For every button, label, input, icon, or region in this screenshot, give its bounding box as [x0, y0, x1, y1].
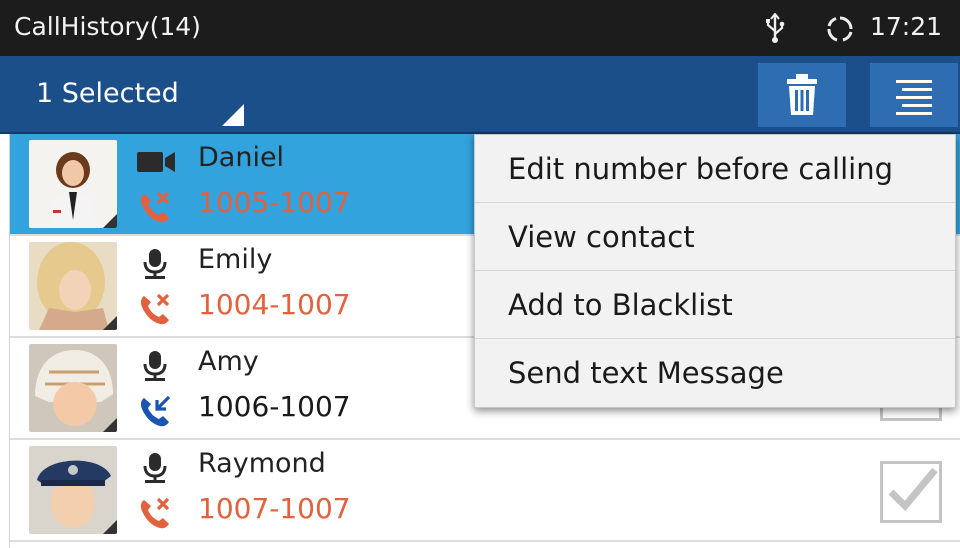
call-number: 1007-1007: [198, 492, 351, 525]
contact-name: Raymond: [198, 448, 326, 479]
menu-item-view-contact[interactable]: View contact: [475, 203, 955, 271]
status-title: CallHistory(14): [14, 12, 201, 41]
menu-item-edit-number[interactable]: Edit number before calling: [475, 135, 955, 203]
call-number: 1004-1007: [198, 288, 351, 321]
audio-call-icon: [143, 453, 167, 483]
trash-icon: [787, 74, 817, 115]
missed-call-icon: [140, 293, 170, 325]
status-time: 17:21: [870, 12, 943, 41]
missed-call-icon: [140, 497, 170, 529]
delete-button[interactable]: [758, 63, 846, 127]
call-number: 1006-1007: [198, 390, 351, 423]
selection-dropdown-indicator[interactable]: [222, 104, 244, 126]
menu-button[interactable]: [870, 63, 958, 127]
menu-item-add-blacklist[interactable]: Add to Blacklist: [475, 271, 955, 339]
call-row-raymond[interactable]: Raymond 1007-1007: [10, 440, 960, 542]
avatar: [29, 140, 117, 228]
row-checkbox[interactable]: [880, 461, 942, 523]
checkmark-icon: [888, 467, 938, 512]
status-bar: CallHistory(14) 17:21: [0, 0, 960, 56]
incoming-call-icon: [140, 395, 171, 427]
menu-icon: [896, 80, 932, 115]
contact-name: Emily: [198, 244, 273, 275]
context-menu: Edit number before calling View contact …: [474, 134, 956, 408]
video-call-icon: [137, 152, 175, 172]
avatar: [29, 242, 117, 330]
selection-count[interactable]: 1 Selected: [36, 78, 179, 109]
usb-icon: [766, 13, 785, 43]
missed-call-icon: [140, 191, 170, 223]
sync-icon: [827, 16, 853, 42]
audio-call-icon: [143, 351, 167, 381]
contact-name: Amy: [198, 346, 259, 377]
call-number: 1005-1007: [198, 186, 351, 219]
left-edge-divider: [0, 134, 10, 548]
avatar: [29, 446, 117, 534]
contact-name: Daniel: [198, 142, 285, 173]
audio-call-icon: [143, 249, 167, 279]
menu-item-send-message[interactable]: Send text Message: [475, 339, 955, 407]
avatar: [29, 344, 117, 432]
